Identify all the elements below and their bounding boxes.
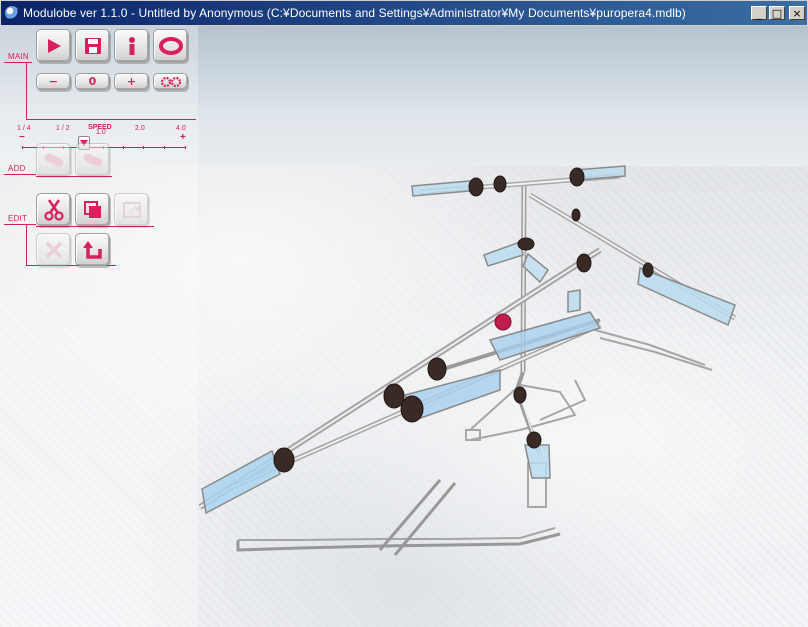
undo-button[interactable] xyxy=(75,233,110,266)
main-bracket-vertical xyxy=(26,62,27,120)
paste-icon xyxy=(122,201,141,218)
window-titlebar[interactable]: Modulobe ver 1.1.0 - Untitled by Anonymo… xyxy=(0,0,808,26)
section-label-edit: EDIT xyxy=(8,214,28,223)
tool-panel: MAIN − 0 + SPEED − + 1 / 4 1 / 2 1.0 2.0… xyxy=(0,26,198,627)
play-icon xyxy=(47,38,61,53)
save-button[interactable] xyxy=(75,29,110,62)
edit-row-line xyxy=(36,226,154,227)
module-bar-icon xyxy=(44,152,63,167)
cut-button[interactable] xyxy=(36,193,71,226)
undo-arrow-icon xyxy=(82,240,102,259)
close-button[interactable]: × xyxy=(789,6,805,20)
add-underline xyxy=(36,176,112,177)
delete-button[interactable] xyxy=(36,233,71,266)
zoom-value-button[interactable]: 0 xyxy=(75,73,110,90)
info-button[interactable] xyxy=(114,29,149,62)
speed-tick xyxy=(123,146,124,149)
speed-tick xyxy=(22,146,23,149)
zoom-plus-button[interactable]: + xyxy=(114,73,149,90)
copy-icon xyxy=(83,200,101,218)
section-label-add: ADD xyxy=(8,164,26,173)
speed-tick-label: 4.0 xyxy=(176,125,186,132)
play-button[interactable] xyxy=(36,29,71,62)
view-button[interactable] xyxy=(153,29,188,62)
section-label-main: MAIN xyxy=(8,52,29,61)
minimize-button[interactable]: _ xyxy=(751,6,767,20)
speed-tick xyxy=(143,146,144,149)
edit-bracket-vertical xyxy=(26,224,27,266)
gears-icon xyxy=(160,76,181,87)
window-title: Modulobe ver 1.1.0 - Untitled by Anonymo… xyxy=(23,6,686,20)
main-underline xyxy=(26,119,196,120)
speed-plus-sign[interactable]: + xyxy=(180,132,186,143)
speed-tick xyxy=(164,146,165,149)
speed-tick-label: 1 / 4 xyxy=(17,125,31,132)
eye-ring-icon xyxy=(158,36,183,55)
joint-module-icon xyxy=(83,152,102,167)
app-icon xyxy=(5,6,19,20)
maximize-button[interactable]: □ xyxy=(769,6,785,20)
speed-tick-label: 2.0 xyxy=(135,125,145,132)
main-bracket-line xyxy=(4,62,32,63)
speed-tick-label: 1.0 xyxy=(96,129,106,136)
add-underline-left xyxy=(4,174,36,175)
info-icon xyxy=(128,36,135,55)
zoom-minus-button[interactable]: − xyxy=(36,73,71,90)
speed-tick xyxy=(185,146,186,149)
add-module-button[interactable] xyxy=(36,143,71,176)
delete-x-icon xyxy=(45,241,62,258)
paste-button[interactable] xyxy=(114,193,149,226)
copy-button[interactable] xyxy=(75,193,110,226)
edit-bracket-line xyxy=(4,224,36,225)
floppy-disk-icon xyxy=(84,37,101,54)
speed-tick-label: 1 / 2 xyxy=(56,125,70,132)
scissors-icon xyxy=(43,198,64,221)
window-controls: _ □ × xyxy=(751,6,805,20)
settings-button[interactable] xyxy=(153,73,188,90)
add-joint-button[interactable] xyxy=(75,143,110,176)
model-shadow xyxy=(236,329,713,556)
speed-minus-sign[interactable]: − xyxy=(19,132,25,143)
